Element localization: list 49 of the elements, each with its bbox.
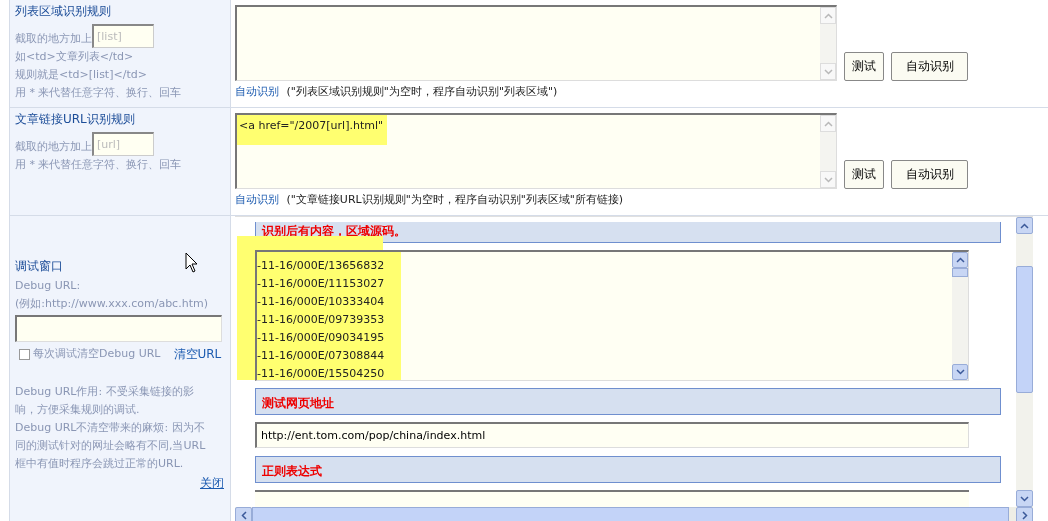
rule-textarea[interactable] xyxy=(235,5,837,81)
test-button[interactable]: 测试 xyxy=(844,160,884,189)
rule-note: ("文章链接URL识别规则"为空时，程序自动识别"列表区域"所有链接) xyxy=(286,193,624,206)
checkbox[interactable] xyxy=(19,348,30,360)
hint-label: 截取的地方加上 xyxy=(15,139,92,155)
scrollbar[interactable] xyxy=(1016,217,1033,507)
hint-label: 截取的地方加上 xyxy=(15,31,92,47)
hint-note: 如<td>文章列表</td> xyxy=(15,49,135,65)
help-text: Debug URL作用: 不受采集链接的影响，方便采集规则的调试. xyxy=(15,384,195,418)
test-button[interactable]: 测试 xyxy=(844,52,884,81)
source-line: -11-16/000E/15504250 xyxy=(257,366,386,382)
source-line: -11-16/000E/11153027 xyxy=(257,276,386,292)
rule-note: ("列表区域识别规则"为空时，程序自动识别"列表区域") xyxy=(286,85,558,98)
auto-detect-button[interactable]: 自动识别 xyxy=(891,160,968,189)
checkbox-label: 每次调试清空Debug URL xyxy=(33,346,161,362)
scrollbar[interactable] xyxy=(820,115,836,188)
clear-url-link[interactable]: 清空URL xyxy=(173,345,222,363)
source-line: -11-16/000E/13656832 xyxy=(257,258,386,274)
help-text: Debug URL不清空带来的麻烦: 因为不同的测试针对的网址会略有不同,当URL框中有值时程序会跳过正常的URL. xyxy=(15,420,207,472)
section-header: 正则表达式 xyxy=(255,456,1001,483)
auto-detect-button[interactable]: 自动识别 xyxy=(891,52,968,81)
close-link[interactable]: 关闭 xyxy=(200,475,224,492)
hint-note: 规则就是<td>[list]</td> xyxy=(15,67,148,83)
debug-title: 调试窗口 xyxy=(15,258,63,275)
source-line: -11-16/000E/07308844 xyxy=(257,348,386,364)
auto-detect-link[interactable]: 自动识别 xyxy=(235,85,279,98)
hint-note: 用 * 来代替任意字符、换行、回车 xyxy=(15,157,183,173)
source-line: -11-16/000E/09034195 xyxy=(257,330,386,346)
debug-url-field[interactable] xyxy=(15,315,222,342)
rule-textarea[interactable]: <a href="/2007[url].html" xyxy=(235,113,837,189)
rule-text: <a href="/2007[url].html" xyxy=(239,119,384,132)
hint-note: 用 * 来代替任意字符、换行、回车 xyxy=(15,85,183,101)
scrollbar[interactable] xyxy=(952,252,968,380)
debug-url-label: (例如:http://www.xxx.com/abc.htm) xyxy=(15,296,209,312)
rule-title: 列表区域识别规则 xyxy=(15,3,111,20)
source-textarea[interactable]: -11-16/000E/13656832 -11-16/000E/11153027 -11-16/000E/10333404 -11-16/000E/09739353 -11-16/000E/09034195 -11-16/000E/07308844 -11-16/000E/15504250 xyxy=(255,250,969,381)
mouse-pointer-icon xyxy=(185,252,198,273)
scroll-thumb[interactable] xyxy=(952,268,968,277)
source-line: -11-16/000E/09739353 xyxy=(257,312,386,328)
test-url-field[interactable]: http://ent.tom.com/pop/china/index.html xyxy=(255,422,969,448)
hint-field[interactable]: [list] xyxy=(92,24,154,48)
auto-detect-link[interactable]: 自动识别 xyxy=(235,193,279,206)
horizontal-scrollbar[interactable] xyxy=(235,507,1033,521)
hint-field[interactable]: [url] xyxy=(92,132,154,156)
rule-title: 文章链接URL识别规则 xyxy=(15,111,135,128)
section-header: 测试网页地址 xyxy=(255,388,1001,415)
scrollbar[interactable] xyxy=(820,7,836,80)
debug-url-label: Debug URL: xyxy=(15,278,82,294)
source-line: -11-16/000E/10333404 xyxy=(257,294,386,310)
